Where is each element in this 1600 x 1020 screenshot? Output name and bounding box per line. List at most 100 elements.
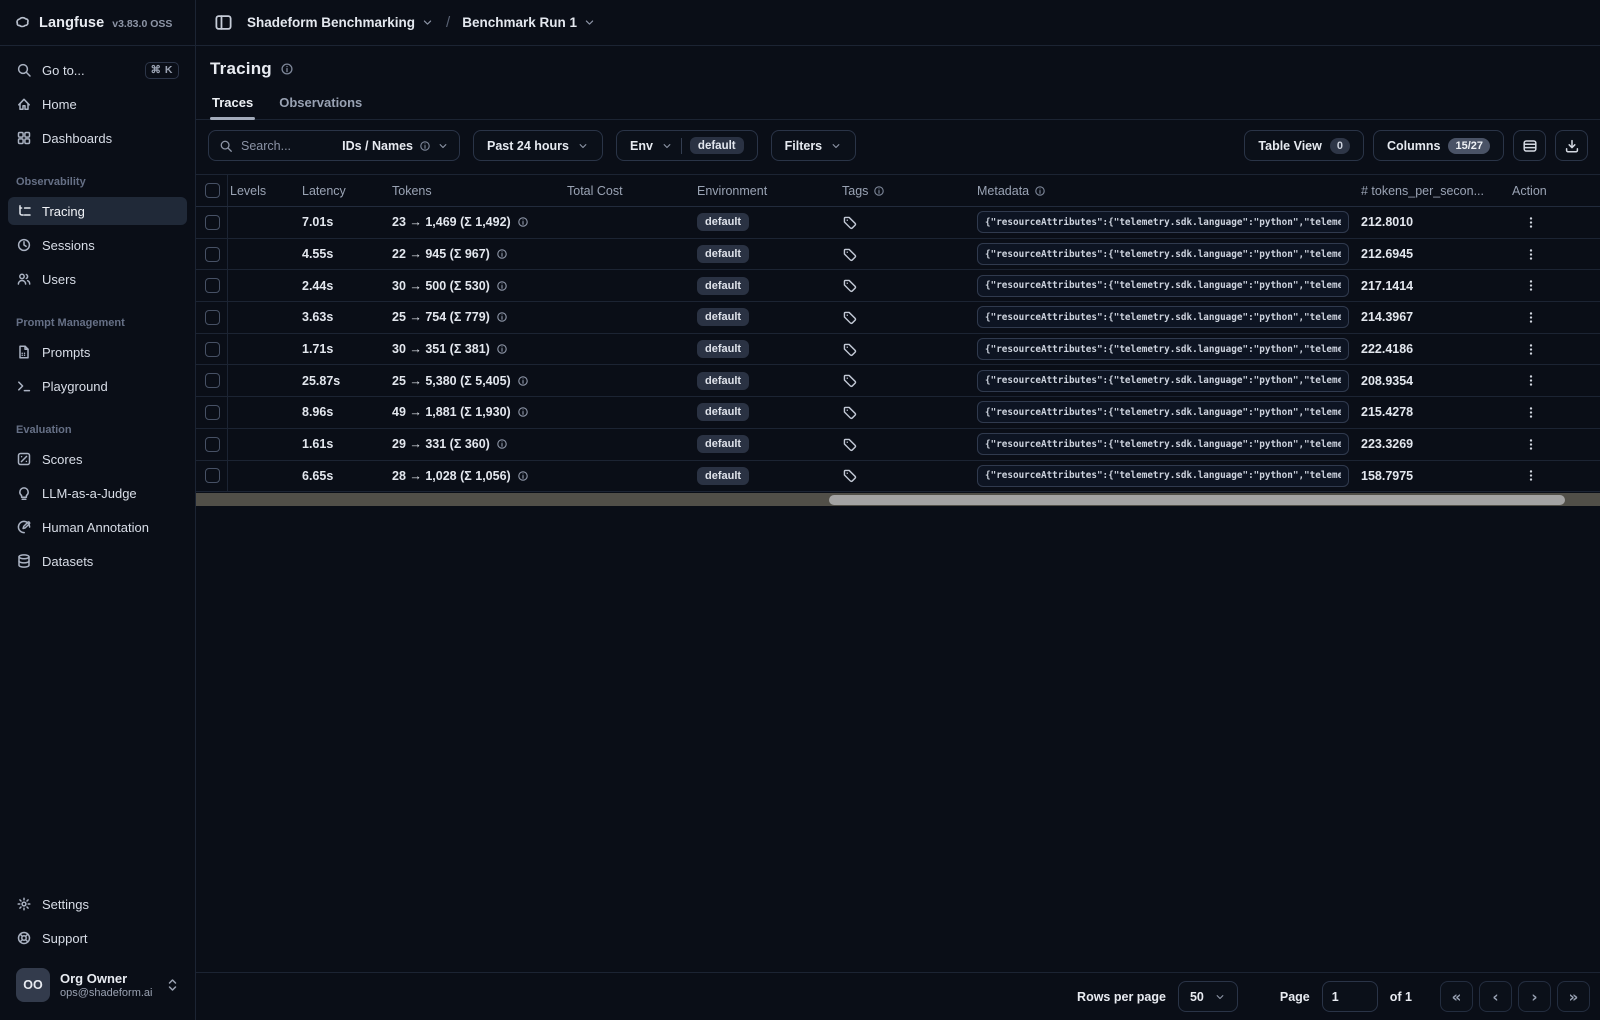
tab-traces[interactable]: Traces bbox=[210, 89, 256, 120]
download-button[interactable] bbox=[1555, 130, 1588, 161]
sidebar-item-dashboards[interactable]: Dashboards bbox=[8, 124, 187, 152]
environment-filter[interactable]: Env default bbox=[615, 130, 758, 161]
info-icon[interactable] bbox=[517, 406, 529, 418]
table-row[interactable]: 1.61s 29 → 331 (Σ 360) default {"resourc… bbox=[196, 428, 1600, 461]
tag-icon[interactable] bbox=[842, 437, 857, 452]
sidebar-item-home[interactable]: Home bbox=[8, 90, 187, 118]
row-checkbox[interactable] bbox=[205, 341, 220, 357]
time-range-filter[interactable]: Past 24 hours bbox=[473, 130, 603, 161]
row-checkbox[interactable] bbox=[205, 278, 220, 294]
sidebar-item-playground[interactable]: Playground bbox=[8, 372, 187, 400]
table-row[interactable]: 8.96s 49 → 1,881 (Σ 1,930) default {"res… bbox=[196, 397, 1600, 429]
metadata-value[interactable]: {"resourceAttributes":{"telemetry.sdk.la… bbox=[977, 243, 1349, 266]
tag-icon[interactable] bbox=[842, 247, 857, 262]
first-page-button[interactable]: « bbox=[1440, 981, 1473, 1012]
tag-icon[interactable] bbox=[842, 468, 857, 483]
row-actions-button[interactable] bbox=[1518, 308, 1544, 327]
tag-icon[interactable] bbox=[842, 373, 857, 388]
row-height-button[interactable] bbox=[1513, 130, 1546, 161]
info-icon[interactable] bbox=[517, 216, 529, 228]
project-breadcrumb[interactable]: Benchmark Run 1 bbox=[462, 15, 596, 30]
metadata-value[interactable]: {"resourceAttributes":{"telemetry.sdk.la… bbox=[977, 306, 1349, 329]
sidebar-item-prompts[interactable]: Prompts bbox=[8, 338, 187, 366]
previous-page-button[interactable]: ‹ bbox=[1479, 981, 1512, 1012]
row-actions-button[interactable] bbox=[1518, 466, 1544, 485]
row-actions-button[interactable] bbox=[1518, 371, 1544, 390]
column-header-tokens-per-second[interactable]: # tokens_per_secon... bbox=[1355, 184, 1510, 198]
tag-icon[interactable] bbox=[842, 215, 857, 230]
table-row[interactable]: 3.63s 25 → 754 (Σ 779) default {"resourc… bbox=[196, 302, 1600, 334]
org-breadcrumb[interactable]: Shadeform Benchmarking bbox=[247, 15, 434, 30]
columns-button[interactable]: Columns 15/27 bbox=[1372, 130, 1504, 161]
info-icon[interactable] bbox=[496, 311, 508, 323]
select-all-checkbox[interactable] bbox=[205, 183, 220, 198]
sidebar-item-sessions[interactable]: Sessions bbox=[8, 231, 187, 259]
column-header-levels[interactable]: Levels bbox=[228, 184, 300, 198]
row-checkbox[interactable] bbox=[205, 309, 220, 325]
row-actions-button[interactable] bbox=[1518, 245, 1544, 264]
sidebar-item-users[interactable]: Users bbox=[8, 265, 187, 293]
scrollbar-thumb[interactable] bbox=[829, 494, 1565, 505]
table-view-button[interactable]: Table View 0 bbox=[1244, 130, 1364, 161]
row-checkbox[interactable] bbox=[205, 436, 220, 452]
column-header-tokens[interactable]: Tokens bbox=[390, 184, 565, 198]
info-icon[interactable] bbox=[496, 248, 508, 260]
user-menu[interactable]: OO Org Owner ops@shadeform.ai bbox=[8, 958, 187, 1016]
metadata-value[interactable]: {"resourceAttributes":{"telemetry.sdk.la… bbox=[977, 464, 1349, 487]
tab-observations[interactable]: Observations bbox=[277, 89, 364, 119]
row-checkbox[interactable] bbox=[205, 214, 220, 230]
goto-search[interactable]: Go to... ⌘ K bbox=[8, 56, 187, 84]
tag-icon[interactable] bbox=[842, 405, 857, 420]
next-page-button[interactable]: › bbox=[1518, 981, 1551, 1012]
metadata-value[interactable]: {"resourceAttributes":{"telemetry.sdk.la… bbox=[977, 433, 1349, 456]
sidebar-toggle-button[interactable] bbox=[210, 9, 237, 36]
info-icon[interactable] bbox=[517, 470, 529, 482]
row-checkbox[interactable] bbox=[205, 373, 220, 389]
table-row[interactable]: 1.71s 30 → 351 (Σ 381) default {"resourc… bbox=[196, 333, 1600, 366]
sidebar-item-datasets[interactable]: Datasets bbox=[8, 547, 187, 575]
search-type-dropdown[interactable]: IDs / Names bbox=[342, 139, 449, 153]
table-row[interactable]: 2.44s 30 → 500 (Σ 530) default {"resourc… bbox=[196, 270, 1600, 303]
sidebar-item-llm-as-a-judge[interactable]: LLM-as-a-Judge bbox=[8, 479, 187, 507]
sidebar-item-settings[interactable]: Settings bbox=[8, 890, 187, 918]
metadata-value[interactable]: {"resourceAttributes":{"telemetry.sdk.la… bbox=[977, 401, 1349, 424]
row-checkbox[interactable] bbox=[205, 468, 220, 484]
table-row[interactable]: 7.01s 23 → 1,469 (Σ 1,492) default {"res… bbox=[196, 207, 1600, 239]
info-icon[interactable] bbox=[496, 280, 508, 292]
column-header-metadata[interactable]: Metadata bbox=[975, 184, 1355, 198]
column-header-total-cost[interactable]: Total Cost bbox=[565, 184, 695, 198]
rows-per-page-select[interactable]: 50 bbox=[1177, 981, 1238, 1012]
sidebar-item-tracing[interactable]: Tracing bbox=[8, 197, 187, 225]
sidebar-item-scores[interactable]: Scores bbox=[8, 445, 187, 473]
tag-icon[interactable] bbox=[842, 310, 857, 325]
page-number-input[interactable] bbox=[1321, 981, 1378, 1012]
info-icon[interactable] bbox=[496, 438, 508, 450]
table-row[interactable]: 4.55s 22 → 945 (Σ 967) default {"resourc… bbox=[196, 238, 1600, 271]
metadata-value[interactable]: {"resourceAttributes":{"telemetry.sdk.la… bbox=[977, 211, 1349, 234]
search-input[interactable] bbox=[241, 138, 319, 153]
table-row[interactable]: 25.87s 25 → 5,380 (Σ 5,405) default {"re… bbox=[196, 365, 1600, 398]
row-actions-button[interactable] bbox=[1518, 213, 1544, 232]
info-icon[interactable] bbox=[280, 62, 294, 76]
row-checkbox[interactable] bbox=[205, 246, 220, 262]
column-header-tags[interactable]: Tags bbox=[840, 184, 975, 198]
metadata-value[interactable]: {"resourceAttributes":{"telemetry.sdk.la… bbox=[977, 274, 1349, 297]
row-actions-button[interactable] bbox=[1518, 340, 1544, 359]
horizontal-scrollbar[interactable] bbox=[196, 493, 1600, 507]
table-row[interactable]: 6.65s 28 → 1,028 (Σ 1,056) default {"res… bbox=[196, 460, 1600, 493]
filters-button[interactable]: Filters bbox=[770, 130, 857, 161]
column-header-latency[interactable]: Latency bbox=[300, 184, 390, 198]
last-page-button[interactable]: » bbox=[1557, 981, 1590, 1012]
column-header-environment[interactable]: Environment bbox=[695, 184, 840, 198]
row-actions-button[interactable] bbox=[1518, 276, 1544, 295]
metadata-value[interactable]: {"resourceAttributes":{"telemetry.sdk.la… bbox=[977, 369, 1349, 392]
info-icon[interactable] bbox=[496, 343, 508, 355]
sidebar-item-human-annotation[interactable]: Human Annotation bbox=[8, 513, 187, 541]
tag-icon[interactable] bbox=[842, 342, 857, 357]
metadata-value[interactable]: {"resourceAttributes":{"telemetry.sdk.la… bbox=[977, 338, 1349, 361]
tag-icon[interactable] bbox=[842, 278, 857, 293]
sidebar-item-support[interactable]: Support bbox=[8, 924, 187, 952]
row-checkbox[interactable] bbox=[205, 404, 220, 420]
row-actions-button[interactable] bbox=[1518, 435, 1544, 454]
info-icon[interactable] bbox=[517, 375, 529, 387]
